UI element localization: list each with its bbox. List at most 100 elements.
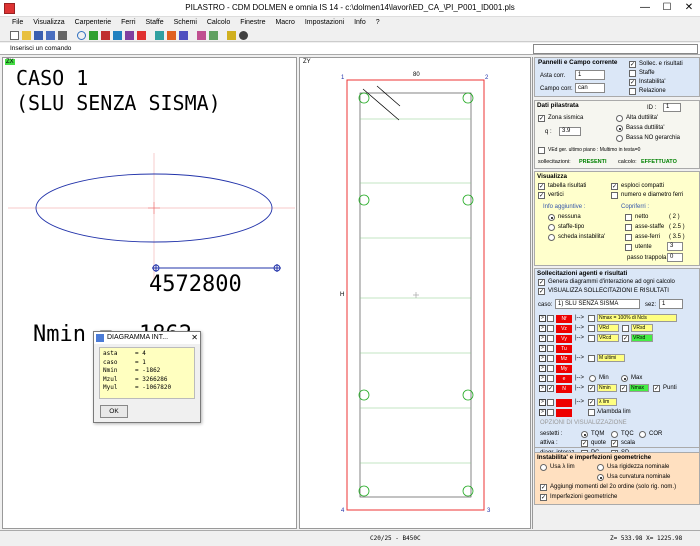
- stirrup-icon[interactable]: [101, 31, 110, 40]
- checkbox-tabella-risultati[interactable]: ✓: [538, 183, 545, 190]
- q-field[interactable]: 3.9: [559, 127, 581, 136]
- checkbox-punti[interactable]: ✓: [653, 385, 660, 392]
- expand-row-nf[interactable]: >: [539, 315, 546, 322]
- dialog-ok-button[interactable]: OK: [100, 405, 128, 418]
- checkbox-numero-diametro[interactable]: [611, 192, 618, 199]
- section-icon[interactable]: [113, 31, 122, 40]
- checkbox-nmin[interactable]: ✓: [588, 385, 595, 392]
- checkbox-vrsd[interactable]: [622, 325, 629, 332]
- menu-finestre[interactable]: Finestre: [236, 17, 269, 29]
- checkbox-asse-ferri[interactable]: [625, 234, 632, 241]
- checkbox-nmax[interactable]: [588, 315, 595, 322]
- passo-trappola-field[interactable]: 0: [667, 253, 683, 262]
- radio-max[interactable]: [621, 375, 628, 382]
- checkbox-row-lambda[interactable]: [547, 399, 554, 406]
- zx-view[interactable]: ZX CASO 1 (SLU SENZA SISMA) 4572800 Nmin…: [2, 57, 297, 529]
- radio-cor[interactable]: [639, 431, 646, 438]
- radio-scheda-instabilita[interactable]: [548, 234, 555, 241]
- command-input[interactable]: [533, 44, 698, 54]
- radio-nessuna[interactable]: [548, 214, 555, 221]
- radio-staffe-tipo[interactable]: [548, 224, 555, 231]
- menu-macro[interactable]: Macro: [271, 17, 298, 29]
- expand-row-my[interactable]: >: [539, 365, 546, 372]
- checkbox-row-e[interactable]: [547, 375, 554, 382]
- edit-icon[interactable]: [125, 31, 134, 40]
- expand-row-tu[interactable]: >: [539, 345, 546, 352]
- radio-tqm[interactable]: [581, 431, 588, 438]
- open-folder-icon[interactable]: [22, 31, 31, 40]
- new-file-icon[interactable]: [10, 31, 19, 40]
- check-icon[interactable]: [227, 31, 236, 40]
- radio-usa-lambda-lim[interactable]: [540, 464, 547, 471]
- checkbox-imperfezioni[interactable]: ✓: [540, 494, 547, 501]
- radio-bassa-duttilita[interactable]: [616, 125, 623, 132]
- interaction-diagram-dialog[interactable]: DIAGRAMMA INT... ✕ asta = 4 caso = 1 Nmin = -…: [93, 331, 201, 423]
- dialog-close-button[interactable]: ✕: [191, 332, 198, 344]
- checkbox-row-vz[interactable]: [547, 325, 554, 332]
- expand-row-lambda[interactable]: >: [539, 399, 546, 406]
- expand-row-vy[interactable]: >: [539, 335, 546, 342]
- checkbox-lambda-ratio[interactable]: [588, 409, 595, 416]
- menu-info[interactable]: Info: [350, 17, 370, 29]
- radio-alta-duttilita[interactable]: [616, 115, 623, 122]
- checkbox-instabilita[interactable]: ✓: [629, 79, 636, 86]
- paste-icon[interactable]: [167, 31, 176, 40]
- checkbox-netto[interactable]: [625, 214, 632, 221]
- checkbox-vrcd[interactable]: [588, 335, 595, 342]
- menu-carpenterie[interactable]: Carpenterie: [71, 17, 116, 29]
- checkbox-row-nf[interactable]: [547, 315, 554, 322]
- expand-row-vz[interactable]: >: [539, 325, 546, 332]
- checkbox-staffe[interactable]: [629, 70, 636, 77]
- checkbox-sollec[interactable]: ✓: [629, 61, 636, 68]
- utente-field[interactable]: 3: [667, 242, 683, 251]
- caso-select[interactable]: 1) SLU SENZA SISMA: [555, 299, 640, 309]
- dialog-titlebar[interactable]: DIAGRAMMA INT... ✕: [94, 332, 200, 344]
- checkbox-row-n[interactable]: ✓: [547, 385, 554, 392]
- checkbox-relazione[interactable]: [629, 88, 636, 95]
- report-icon[interactable]: [209, 31, 218, 40]
- close-button[interactable]: ✕: [678, 0, 700, 17]
- checkbox-nmax-g[interactable]: ✓: [620, 385, 627, 392]
- id-field[interactable]: 1: [663, 103, 681, 112]
- campo-select[interactable]: can: [575, 83, 605, 93]
- checkbox-row-my[interactable]: [547, 365, 554, 372]
- radio-min[interactable]: [589, 375, 596, 382]
- checkbox-quote[interactable]: ✓: [581, 440, 588, 447]
- checkbox-row-mz[interactable]: [547, 355, 554, 362]
- info-icon[interactable]: [239, 31, 248, 40]
- expand-row-lambda2[interactable]: >: [539, 409, 546, 416]
- print-icon[interactable]: [58, 31, 67, 40]
- expand-row-e[interactable]: >: [539, 375, 546, 382]
- menu-calcolo[interactable]: Calcolo: [203, 17, 234, 29]
- radio-tqc[interactable]: [611, 431, 618, 438]
- save-as-icon[interactable]: [46, 31, 55, 40]
- checkbox-aggiungi-momenti[interactable]: ✓: [540, 484, 547, 491]
- menu-impostazioni[interactable]: Impostazioni: [301, 17, 348, 29]
- checkbox-asse-staffe[interactable]: [625, 224, 632, 231]
- checkbox-row-vy[interactable]: [547, 335, 554, 342]
- checkbox-vertici[interactable]: ✓: [538, 192, 545, 199]
- checkbox-esploci-compatti[interactable]: ✓: [611, 183, 618, 190]
- maximize-button[interactable]: ☐: [656, 0, 678, 17]
- menu-help[interactable]: ?: [372, 17, 384, 29]
- checkbox-scala[interactable]: ✓: [611, 440, 618, 447]
- checkbox-utente[interactable]: [625, 244, 632, 251]
- zy-view[interactable]: ZY 1 2 4 3 80 H: [299, 57, 531, 529]
- copy-icon[interactable]: [155, 31, 164, 40]
- checkbox-m-ultimi[interactable]: [588, 355, 595, 362]
- sez-select[interactable]: 1: [659, 299, 683, 309]
- refresh-icon[interactable]: [77, 31, 86, 40]
- checkbox-visualizza-sollecitazioni[interactable]: ✓: [538, 288, 545, 295]
- expand-row-mz[interactable]: >: [539, 355, 546, 362]
- checkbox-vrsd-g[interactable]: ✓: [622, 335, 629, 342]
- menu-schemi[interactable]: Schemi: [170, 17, 201, 29]
- checkbox-lambda-lim[interactable]: ✓: [588, 399, 595, 406]
- delete-icon[interactable]: [137, 31, 146, 40]
- checkbox-vrd[interactable]: [588, 325, 595, 332]
- menu-visualizza[interactable]: Visualizza: [29, 17, 68, 29]
- calc-icon[interactable]: [197, 31, 206, 40]
- expand-row-n[interactable]: >: [539, 385, 546, 392]
- radio-usa-rigidezza[interactable]: [597, 464, 604, 471]
- checkbox-row-tu[interactable]: [547, 345, 554, 352]
- diagram-icon[interactable]: [179, 31, 188, 40]
